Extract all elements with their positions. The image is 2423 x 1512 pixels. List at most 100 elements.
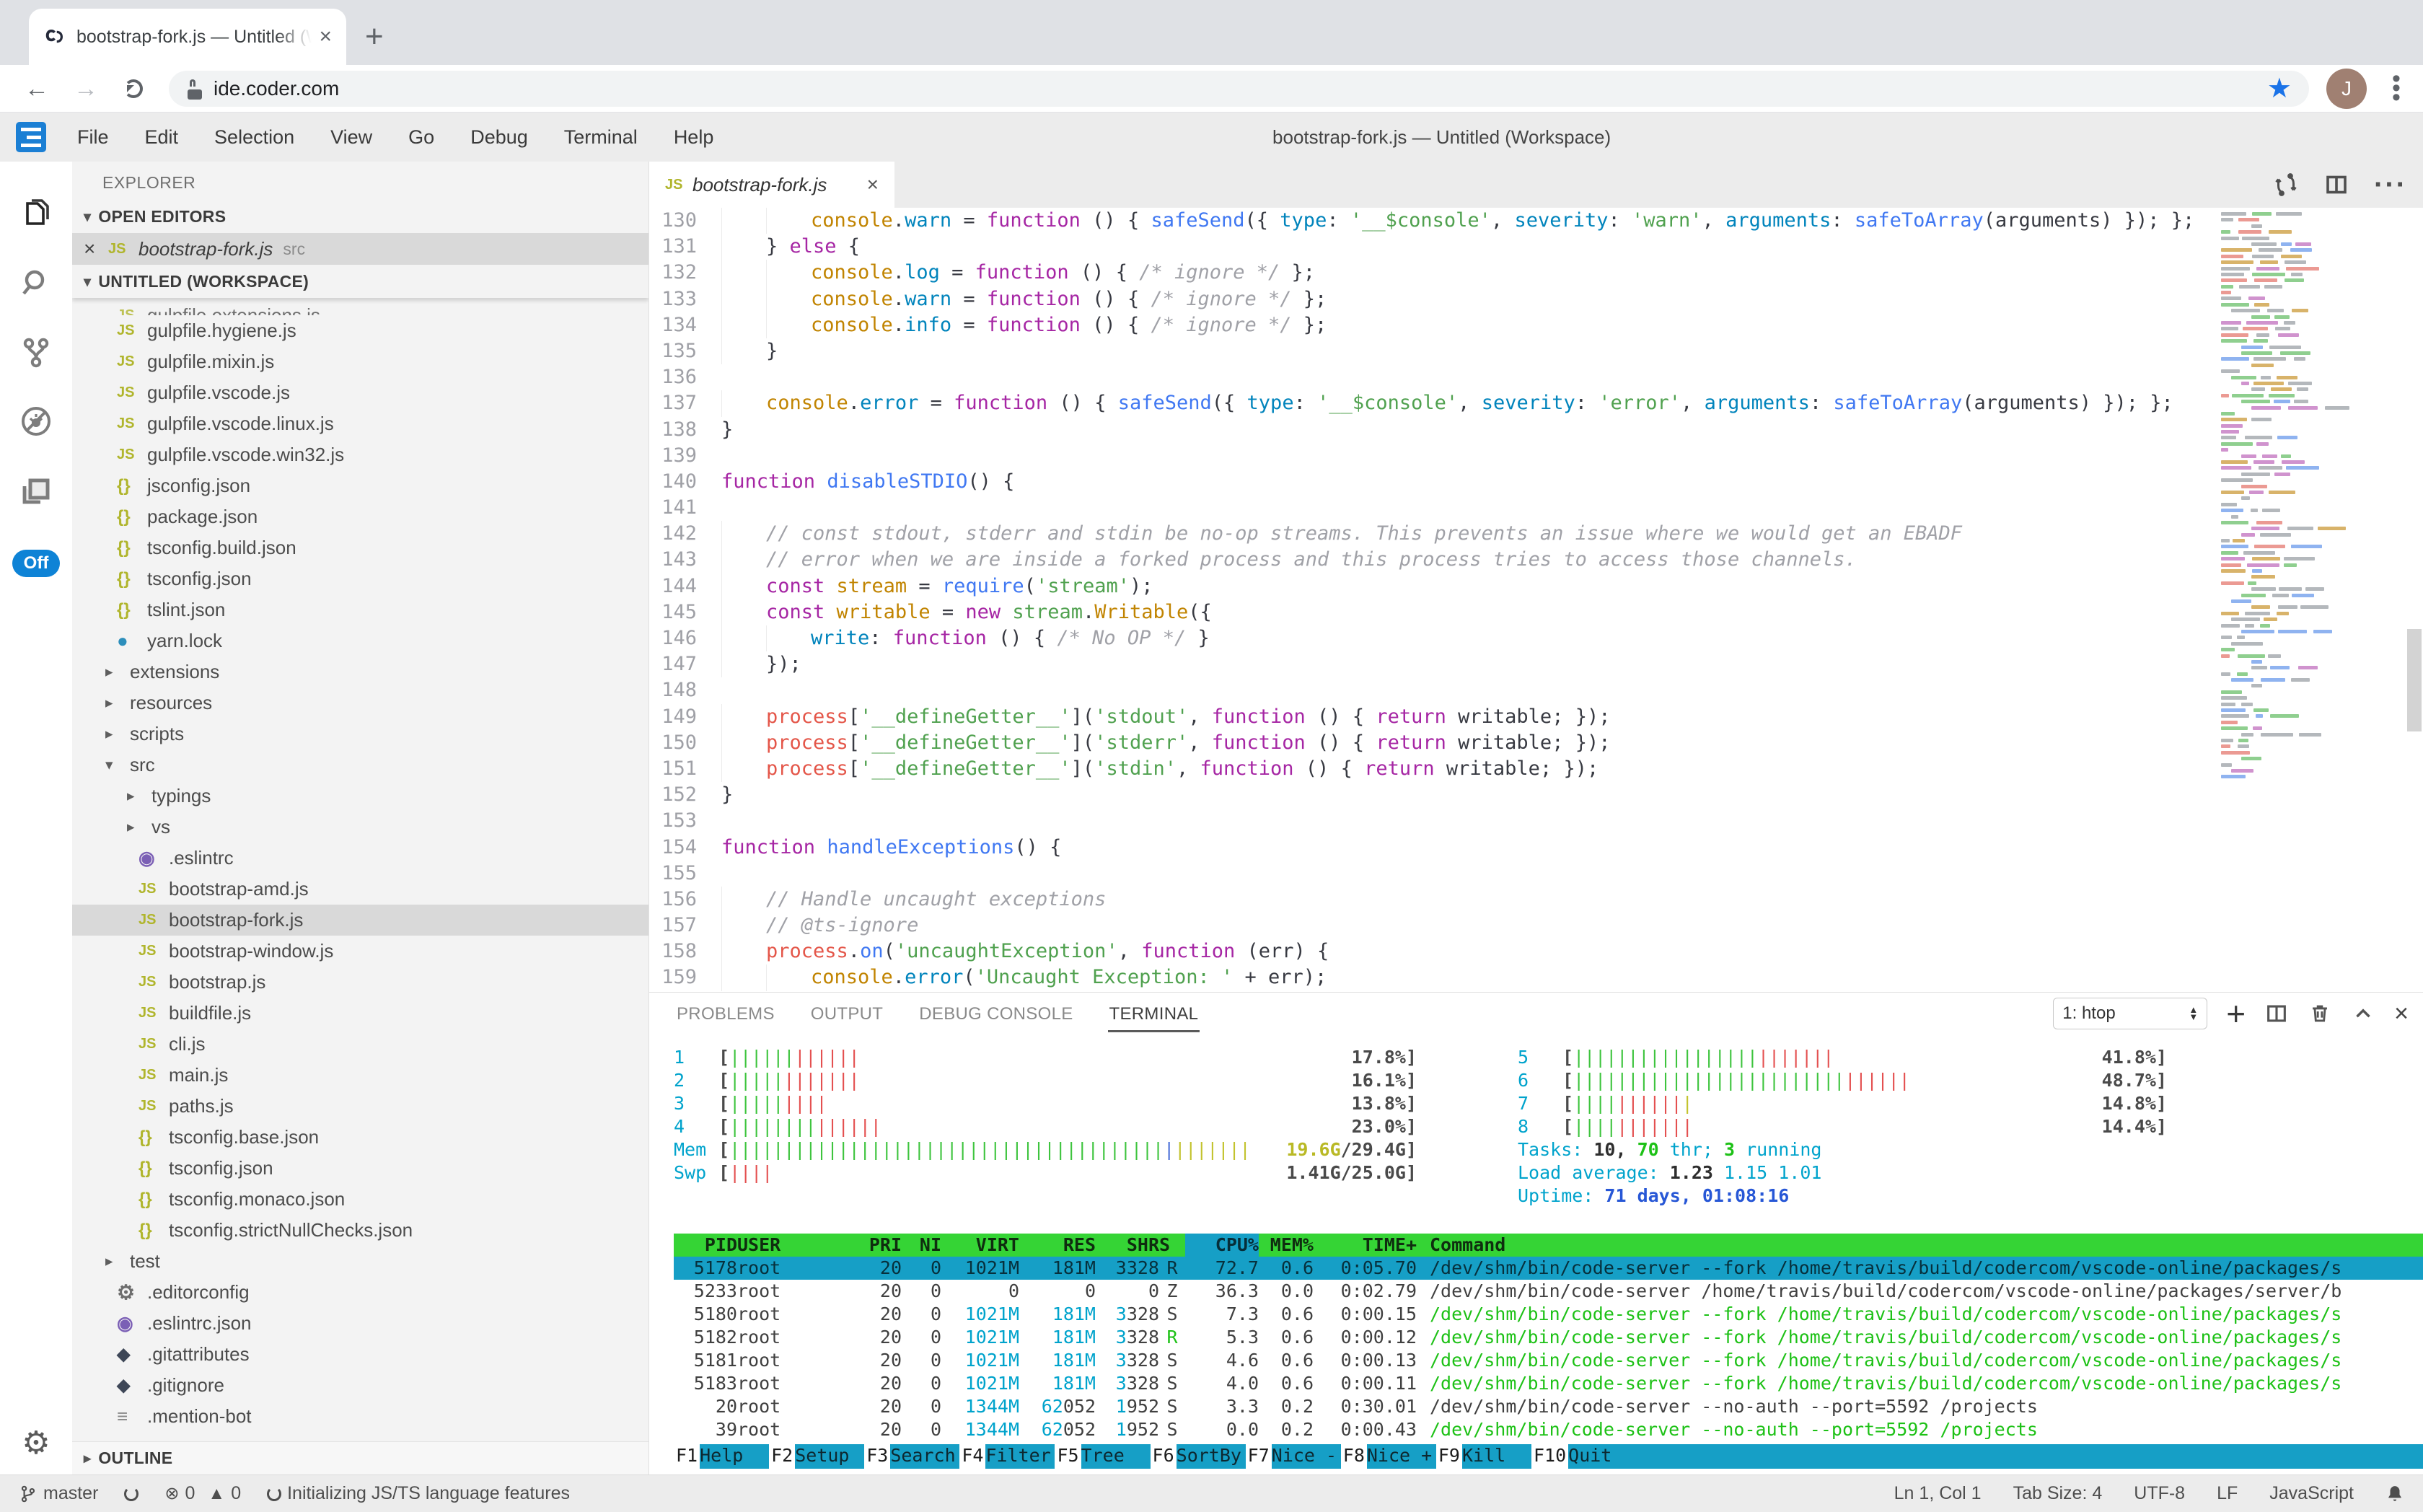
fnlabel-quit[interactable]: Quit: [1568, 1444, 1637, 1469]
file-tsconfig.json[interactable]: {}tsconfig.json: [72, 1153, 648, 1184]
split-editor-icon[interactable]: [2323, 172, 2349, 198]
minimap[interactable]: [2217, 212, 2401, 992]
editor-scrollbar[interactable]: [2407, 208, 2422, 992]
maximize-panel-icon[interactable]: [2351, 1001, 2375, 1026]
workspace-header[interactable]: ▾ UNTITLED (WORKSPACE): [72, 265, 648, 298]
folder-vs[interactable]: ▸vs: [72, 812, 648, 843]
problems-indicator[interactable]: ⊗ 0 ▲ 0: [164, 1483, 241, 1504]
split-terminal-icon[interactable]: [2264, 1001, 2289, 1026]
file-.editorconfig[interactable]: ⚙.editorconfig: [72, 1277, 648, 1308]
fnkey-f8[interactable]: F8: [1341, 1444, 1367, 1469]
file-.eslintrc[interactable]: ◉.eslintrc: [72, 843, 648, 874]
code-line[interactable]: 141: [649, 495, 2207, 521]
kill-terminal-icon[interactable]: [2308, 1001, 2332, 1026]
panel-tab-debug-console[interactable]: DEBUG CONSOLE: [918, 995, 1074, 1032]
file-tsconfig.base.json[interactable]: {}tsconfig.base.json: [72, 1122, 648, 1153]
app-logo-icon[interactable]: [16, 122, 46, 152]
fnkey-f5[interactable]: F5: [1055, 1444, 1081, 1469]
code-line[interactable]: 137console.error = function () { safeSen…: [649, 390, 2207, 416]
more-actions-icon[interactable]: ···: [2374, 169, 2407, 201]
panel-tab-output[interactable]: OUTPUT: [809, 995, 884, 1032]
sync-indicator[interactable]: [124, 1487, 138, 1501]
off-badge[interactable]: Off: [12, 550, 61, 577]
editor-tab[interactable]: JS bootstrap-fork.js ×: [649, 162, 894, 208]
file-gulpfile.extensions.js[interactable]: JSgulpfile.extensions.js: [72, 298, 648, 315]
back-icon[interactable]: ←: [25, 76, 49, 101]
code-line[interactable]: 131} else {: [649, 234, 2207, 260]
file-gulpfile.vscode.js[interactable]: JSgulpfile.vscode.js: [72, 377, 648, 408]
code-editor[interactable]: 130console.warn = function () { safeSend…: [649, 208, 2423, 992]
eol[interactable]: LF: [2217, 1483, 2238, 1504]
code-line[interactable]: 144const stream = require('stream');: [649, 573, 2207, 599]
file-.eslintrc.json[interactable]: ◉.eslintrc.json: [72, 1308, 648, 1339]
sync-changes-icon[interactable]: [2273, 172, 2299, 198]
code-line[interactable]: 152}: [649, 782, 2207, 808]
fnlabel-kill[interactable]: Kill: [1462, 1444, 1531, 1469]
search-icon[interactable]: [19, 265, 53, 300]
language-mode[interactable]: JavaScript: [2269, 1483, 2354, 1504]
menu-help[interactable]: Help: [656, 126, 732, 149]
browser-tab[interactable]: bootstrap-fork.js — Untitled (W ×: [29, 9, 346, 65]
code-line[interactable]: 143// error when we are inside a forked …: [649, 547, 2207, 573]
code-line[interactable]: 136: [649, 364, 2207, 390]
bookmark-star-icon[interactable]: ★: [2267, 72, 2292, 105]
language-status[interactable]: Initializing JS/TS language features: [267, 1483, 570, 1504]
menu-file[interactable]: File: [59, 126, 127, 149]
encoding[interactable]: UTF-8: [2134, 1483, 2185, 1504]
file-jsconfig.json[interactable]: {}jsconfig.json: [72, 470, 648, 501]
menu-view[interactable]: View: [312, 126, 390, 149]
file-tslint.json[interactable]: {}tslint.json: [72, 594, 648, 625]
code-line[interactable]: 149process['__defineGetter__']('stdout',…: [649, 704, 2207, 730]
code-line[interactable]: 159console.error('Uncaught Exception: ' …: [649, 964, 2207, 990]
fnkey-f2[interactable]: F2: [769, 1444, 795, 1469]
fnkey-f10[interactable]: F10: [1531, 1444, 1568, 1469]
code-line[interactable]: 148: [649, 677, 2207, 703]
code-line[interactable]: 153: [649, 808, 2207, 834]
file-paths.js[interactable]: JSpaths.js: [72, 1091, 648, 1122]
file-yarn.lock[interactable]: ●yarn.lock: [72, 625, 648, 656]
code-line[interactable]: 134console.info = function () { /* ignor…: [649, 312, 2207, 338]
file-bootstrap-window.js[interactable]: JSbootstrap-window.js: [72, 936, 648, 967]
url-text[interactable]: ide.coder.com: [214, 77, 2267, 100]
folder-scripts[interactable]: ▸scripts: [72, 718, 648, 750]
code-area[interactable]: 130console.warn = function () { safeSend…: [649, 208, 2207, 992]
folder-extensions[interactable]: ▸extensions: [72, 656, 648, 687]
explorer-icon[interactable]: [19, 196, 53, 231]
file-bootstrap.js[interactable]: JSbootstrap.js: [72, 967, 648, 998]
file-package.json[interactable]: {}package.json: [72, 501, 648, 532]
code-line[interactable]: 150process['__defineGetter__']('stderr',…: [649, 730, 2207, 756]
source-control-icon[interactable]: [19, 335, 53, 369]
code-line[interactable]: 135}: [649, 338, 2207, 364]
code-line[interactable]: 145const writable = new stream.Writable(…: [649, 599, 2207, 625]
fnlabel-search[interactable]: Search: [890, 1444, 959, 1469]
file-.mention-bot[interactable]: ≡.mention-bot: [72, 1401, 648, 1432]
folder-test[interactable]: ▸test: [72, 1246, 648, 1277]
fnkey-f1[interactable]: F1: [674, 1444, 700, 1469]
fnlabel-nice-+[interactable]: Nice +: [1367, 1444, 1436, 1469]
code-line[interactable]: 138}: [649, 417, 2207, 443]
panel-tab-terminal[interactable]: TERMINAL: [1108, 995, 1200, 1032]
fnkey-f7[interactable]: F7: [1246, 1444, 1272, 1469]
url-bar[interactable]: ide.coder.com ★: [169, 71, 2309, 107]
code-line[interactable]: 146write: function () { /* No OP */ }: [649, 625, 2207, 651]
menu-debug[interactable]: Debug: [452, 126, 546, 149]
file-cli.js[interactable]: JScli.js: [72, 1029, 648, 1060]
cursor-position[interactable]: Ln 1, Col 1: [1894, 1483, 1982, 1504]
close-icon[interactable]: ×: [84, 237, 108, 260]
tab-close-icon[interactable]: ×: [319, 25, 332, 49]
fnlabel-setup[interactable]: Setup: [795, 1444, 864, 1469]
code-line[interactable]: 156// Handle uncaught exceptions: [649, 887, 2207, 913]
outline-header[interactable]: ▸ OUTLINE: [72, 1441, 648, 1474]
file-buildfile.js[interactable]: JSbuildfile.js: [72, 998, 648, 1029]
avatar[interactable]: J: [2326, 69, 2367, 109]
fnlabel-nice--[interactable]: Nice -: [1272, 1444, 1341, 1469]
code-line[interactable]: 147});: [649, 651, 2207, 677]
menu-go[interactable]: Go: [390, 126, 452, 149]
menu-terminal[interactable]: Terminal: [546, 126, 656, 149]
fnlabel-help[interactable]: Help: [700, 1444, 769, 1469]
fnkey-f4[interactable]: F4: [959, 1444, 985, 1469]
file-gulpfile.mixin.js[interactable]: JSgulpfile.mixin.js: [72, 346, 648, 377]
file-gulpfile.vscode.win32.js[interactable]: JSgulpfile.vscode.win32.js: [72, 439, 648, 470]
menu-selection[interactable]: Selection: [196, 126, 312, 149]
notifications-bell[interactable]: [2385, 1485, 2404, 1503]
